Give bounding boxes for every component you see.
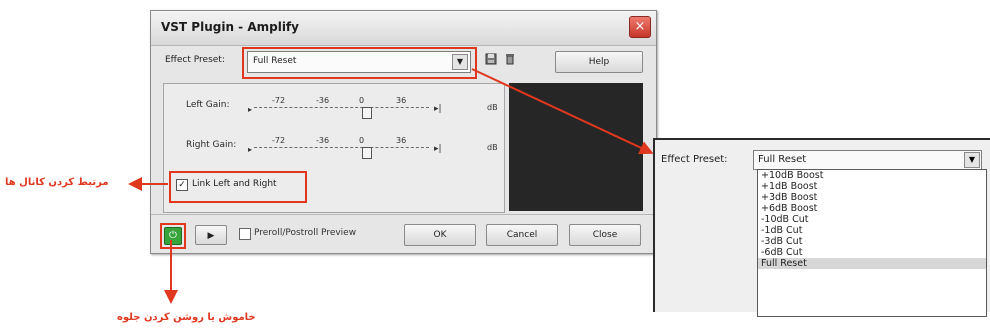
list-item[interactable]: -3dB Cut	[758, 236, 986, 247]
list-item[interactable]: -10dB Cut	[758, 214, 986, 225]
list-item[interactable]: -6dB Cut	[758, 247, 986, 258]
chevron-down-icon[interactable]: ▼	[964, 152, 980, 168]
callout-preset-label: Effect Preset:	[661, 154, 728, 165]
preset-dropdown-callout: Effect Preset: Full Reset ▼ +10dB Boost …	[653, 138, 990, 317]
list-item[interactable]: +3dB Boost	[758, 192, 986, 203]
list-item-selected[interactable]: Full Reset	[758, 258, 986, 269]
list-item[interactable]: -1dB Cut	[758, 225, 986, 236]
list-item[interactable]: +10dB Boost	[758, 170, 986, 181]
callout-preset-value: Full Reset	[758, 154, 807, 165]
preset-options-list: +10dB Boost +1dB Boost +3dB Boost +6dB B…	[757, 169, 987, 317]
link-channels-annotation: مرتبط کردن کانال ها	[5, 177, 109, 188]
callout-preset-select[interactable]: Full Reset ▼	[753, 150, 982, 170]
list-item[interactable]: +6dB Boost	[758, 203, 986, 214]
preset-arrow	[471, 68, 654, 155]
list-item[interactable]: +1dB Boost	[758, 181, 986, 192]
toggle-effect-annotation: خاموش یا روشن کردن جلوه	[117, 312, 256, 323]
